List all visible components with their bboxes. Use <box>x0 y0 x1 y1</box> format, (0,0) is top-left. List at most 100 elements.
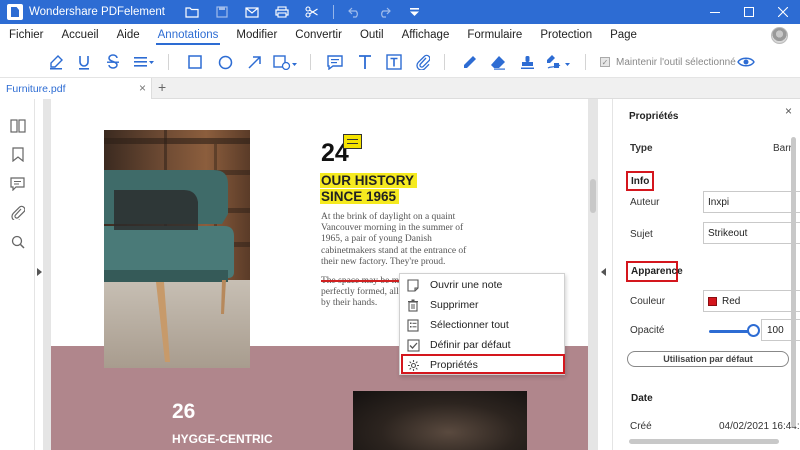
shape-dropdown-icon[interactable] <box>272 52 300 72</box>
print-icon[interactable] <box>271 3 293 21</box>
lamp-photo <box>353 391 527 450</box>
menu-annotations[interactable]: Annotations <box>149 24 228 46</box>
bookmark-icon[interactable] <box>9 146 26 163</box>
ctx-label: Ouvrir une note <box>430 279 503 291</box>
tab-furniture[interactable]: Furniture.pdf × <box>0 78 152 99</box>
color-swatch <box>708 296 717 306</box>
attachments-icon[interactable] <box>9 204 26 221</box>
new-tab-button[interactable]: + <box>158 79 166 95</box>
sticky-note-icon[interactable] <box>343 134 362 149</box>
eye-icon[interactable] <box>736 52 756 72</box>
menu-page[interactable]: Page <box>601 24 646 46</box>
created-label: Créé <box>630 421 652 432</box>
eraser-icon[interactable] <box>487 52 509 72</box>
lines-icon[interactable] <box>131 52 157 72</box>
undo-icon[interactable] <box>344 3 366 21</box>
menu-affichage[interactable]: Affichage <box>393 24 459 46</box>
opacity-label: Opacité <box>630 325 665 336</box>
toolbar-divider <box>310 54 311 70</box>
pencil-icon[interactable] <box>458 52 480 72</box>
mail-icon[interactable] <box>241 3 263 21</box>
menu-formulaire[interactable]: Formulaire <box>458 24 531 46</box>
scissors-icon[interactable] <box>301 3 323 21</box>
use-default-button[interactable]: Utilisation par défaut <box>627 351 789 367</box>
note-icon <box>406 278 420 292</box>
comments-icon[interactable] <box>9 175 26 192</box>
close-tab-icon[interactable]: × <box>139 81 146 95</box>
ellipse-icon[interactable] <box>214 52 236 72</box>
collapse-left-panel-icon[interactable] <box>37 268 42 276</box>
title-bar: Wondershare PDFelement <box>0 0 800 24</box>
redo-icon[interactable] <box>374 3 396 21</box>
app-title: Wondershare PDFelement <box>29 6 165 18</box>
collapse-right-panel-icon[interactable] <box>601 268 606 276</box>
highlight-icon[interactable] <box>45 52 67 72</box>
author-field[interactable]: Inxpi <box>703 191 800 213</box>
ctx-definir-par-defaut[interactable]: Définir par défaut <box>400 335 564 355</box>
ctx-supprimer[interactable]: Supprimer <box>400 295 564 315</box>
menu-aide[interactable]: Aide <box>108 24 149 46</box>
underline-icon[interactable] <box>73 52 95 72</box>
keep-tool-checkbox[interactable]: ✓ Maintenir l'outil sélectionné <box>600 54 736 70</box>
toolbar-divider <box>168 54 169 70</box>
hygge-heading: HYGGE-CENTRIC <box>172 432 273 446</box>
ctx-label: Sélectionner tout <box>430 319 509 331</box>
search-icon[interactable] <box>9 233 26 250</box>
checkbox-icon: ✓ <box>600 57 610 67</box>
subject-field[interactable]: Strikeout <box>703 222 800 244</box>
document-scrollbar[interactable] <box>590 179 596 213</box>
textbox-icon[interactable] <box>383 52 405 72</box>
quick-access-icon[interactable] <box>404 3 426 21</box>
tab-label: Furniture.pdf <box>6 82 66 95</box>
history-heading-line2: SINCE 1965 <box>320 189 400 204</box>
toolbar-divider <box>444 54 445 70</box>
close-icon[interactable] <box>766 0 800 24</box>
paragraph-rest-2: by their hands. <box>321 298 378 309</box>
strikethrough-icon[interactable] <box>102 52 124 72</box>
paragraph-rest-1: perfectly formed, all <box>321 287 399 298</box>
maximize-icon[interactable] <box>732 0 766 24</box>
color-dropdown[interactable]: Red <box>703 290 800 312</box>
annotation-toolbar: ✓ Maintenir l'outil sélectionné <box>0 46 800 78</box>
type-value: Barr <box>773 143 792 154</box>
page-number-26: 26 <box>172 400 196 423</box>
properties-panel: Propriétés × Type Barr Info Auteur Inxpi… <box>612 99 800 450</box>
ctx-selectionner-tout[interactable]: Sélectionner tout <box>400 315 564 335</box>
select-all-icon <box>406 318 420 332</box>
ctx-ouvrir-note[interactable]: Ouvrir une note <box>400 275 564 295</box>
menu-outil[interactable]: Outil <box>351 24 393 46</box>
menu-convertir[interactable]: Convertir <box>286 24 351 46</box>
sofa-photo <box>104 130 250 368</box>
attachment-icon[interactable] <box>412 52 434 72</box>
stamp-icon[interactable] <box>516 52 538 72</box>
avatar[interactable] <box>771 27 788 44</box>
folder-icon[interactable] <box>181 3 203 21</box>
opacity-slider-thumb[interactable] <box>747 324 760 337</box>
history-paragraph: At the brink of daylight on a quaint Van… <box>321 212 467 267</box>
close-icon[interactable]: × <box>785 104 792 118</box>
color-label: Couleur <box>630 296 666 307</box>
properties-h-scrollbar[interactable] <box>629 439 779 444</box>
properties-scrollbar[interactable] <box>791 137 796 427</box>
rectangle-icon[interactable] <box>184 52 206 72</box>
comment-icon[interactable] <box>324 52 346 72</box>
highlight-box <box>401 354 565 374</box>
menu-fichier[interactable]: Fichier <box>0 24 53 46</box>
arrow-icon[interactable] <box>243 52 265 72</box>
menu-protection[interactable]: Protection <box>531 24 601 46</box>
signature-icon[interactable] <box>545 52 573 72</box>
trash-icon <box>406 298 420 312</box>
thumbnails-icon[interactable] <box>9 117 26 134</box>
document-tabs: Furniture.pdf × + <box>0 78 800 99</box>
date-section-title: Date <box>631 393 653 404</box>
toolbar-divider <box>585 54 586 70</box>
menu-modifier[interactable]: Modifier <box>227 24 286 46</box>
text-icon[interactable] <box>354 52 376 72</box>
save-icon[interactable] <box>211 3 233 21</box>
type-label: Type <box>630 143 653 154</box>
menu-bar: Fichier Accueil Aide Annotations Modifie… <box>0 24 800 46</box>
menu-accueil[interactable]: Accueil <box>53 24 108 46</box>
minimize-icon[interactable] <box>698 0 732 24</box>
quick-access-toolbar <box>181 3 426 21</box>
color-value: Red <box>722 295 741 307</box>
